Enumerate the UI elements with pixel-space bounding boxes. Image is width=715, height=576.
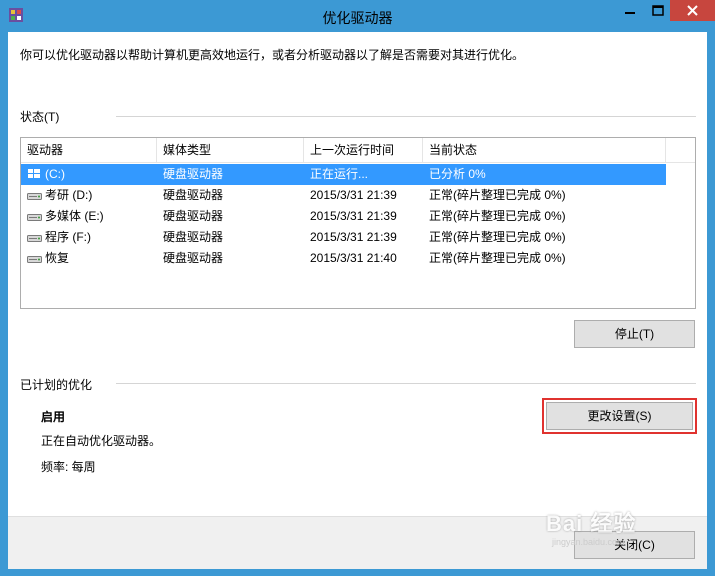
media-type: 硬盘驱动器 [163,251,224,265]
current-status: 正常(碎片整理已完成 0%) [429,251,566,265]
stop-button[interactable]: 停止(T) [574,320,695,348]
scheduled-section-label: 已计划的优化 [20,378,93,392]
drive-list-header: 驱动器 媒体类型 上一次运行时间 当前状态 [21,138,695,163]
drive-row[interactable]: (C:) 硬盘驱动器 正在运行... 已分析 0% [21,164,666,185]
drive-row[interactable]: 多媒体 (E:) 硬盘驱动器 2015/3/31 21:39 正常(碎片整理已完… [21,206,666,227]
title-bar[interactable]: 优化驱动器 [0,0,715,32]
close-window-button[interactable] [670,0,715,21]
last-run-time: 2015/3/31 21:39 [310,188,397,202]
drive-name: 考研 (D:) [45,188,93,202]
media-type: 硬盘驱动器 [163,230,224,244]
baidu-watermark-url: jingyan.baidu.com [552,537,625,547]
schedule-frequency: 频率: 每周 [41,460,96,474]
minimize-icon [625,12,635,14]
hard-drive-icon [27,235,42,242]
drive-name: 程序 (F:) [45,230,91,244]
status-divider [116,116,696,117]
current-status: 正常(碎片整理已完成 0%) [429,230,566,244]
media-type: 硬盘驱动器 [163,209,224,223]
baidu-watermark: Bai 经验 [546,511,637,536]
scheduled-divider [116,383,696,384]
current-status: 正常(碎片整理已完成 0%) [429,188,566,202]
windows-drive-icon [28,169,40,178]
last-run-time: 正在运行... [310,167,369,181]
maximize-button[interactable] [646,0,670,21]
schedule-state: 启用 [41,410,66,424]
column-header-drive[interactable]: 驱动器 [21,138,157,162]
current-status: 已分析 0% [429,167,486,181]
drive-row[interactable]: 恢复 硬盘驱动器 2015/3/31 21:40 正常(碎片整理已完成 0%) [21,248,666,269]
hard-drive-icon [27,256,42,263]
intro-text: 你可以优化驱动器以帮助计算机更高效地运行，或者分析驱动器以了解是否需要对其进行优… [20,48,525,62]
media-type: 硬盘驱动器 [163,167,224,181]
drive-row[interactable]: 程序 (F:) 硬盘驱动器 2015/3/31 21:39 正常(碎片整理已完成… [21,227,666,248]
status-section-label: 状态(T) [20,110,60,124]
hard-drive-icon [27,214,42,221]
last-run-time: 2015/3/31 21:39 [310,209,397,223]
media-type: 硬盘驱动器 [163,188,224,202]
maximize-icon [652,5,664,16]
last-run-time: 2015/3/31 21:40 [310,251,397,265]
drive-name: 恢复 [45,251,70,265]
close-icon [687,5,698,16]
dialog-client-area: 你可以优化驱动器以帮助计算机更高效地运行，或者分析驱动器以了解是否需要对其进行优… [8,32,707,569]
schedule-description: 正在自动优化驱动器。 [41,434,162,448]
drive-row[interactable]: 考研 (D:) 硬盘驱动器 2015/3/31 21:39 正常(碎片整理已完成… [21,185,666,206]
drive-name: (C:) [45,167,65,181]
optimize-drives-window: 优化驱动器 你可以优化驱动器以帮助计算机更高效地运行，或者分析驱动器以了解是否需… [0,0,715,576]
content-panel: 你可以优化驱动器以帮助计算机更高效地运行，或者分析驱动器以了解是否需要对其进行优… [8,32,707,516]
change-settings-button[interactable]: 更改设置(S) [546,402,693,430]
hard-drive-icon [27,193,42,200]
window-title: 优化驱动器 [322,10,393,26]
column-header-media-type[interactable]: 媒体类型 [157,138,304,162]
current-status: 正常(碎片整理已完成 0%) [429,209,566,223]
column-header-current-status[interactable]: 当前状态 [423,138,666,162]
column-header-last-run[interactable]: 上一次运行时间 [304,138,423,162]
last-run-time: 2015/3/31 21:39 [310,230,397,244]
drive-name: 多媒体 (E:) [45,209,104,223]
drive-list[interactable]: 驱动器 媒体类型 上一次运行时间 当前状态 (C:) 硬盘驱动器 正在运行... [20,137,696,309]
minimize-button[interactable] [614,0,646,21]
